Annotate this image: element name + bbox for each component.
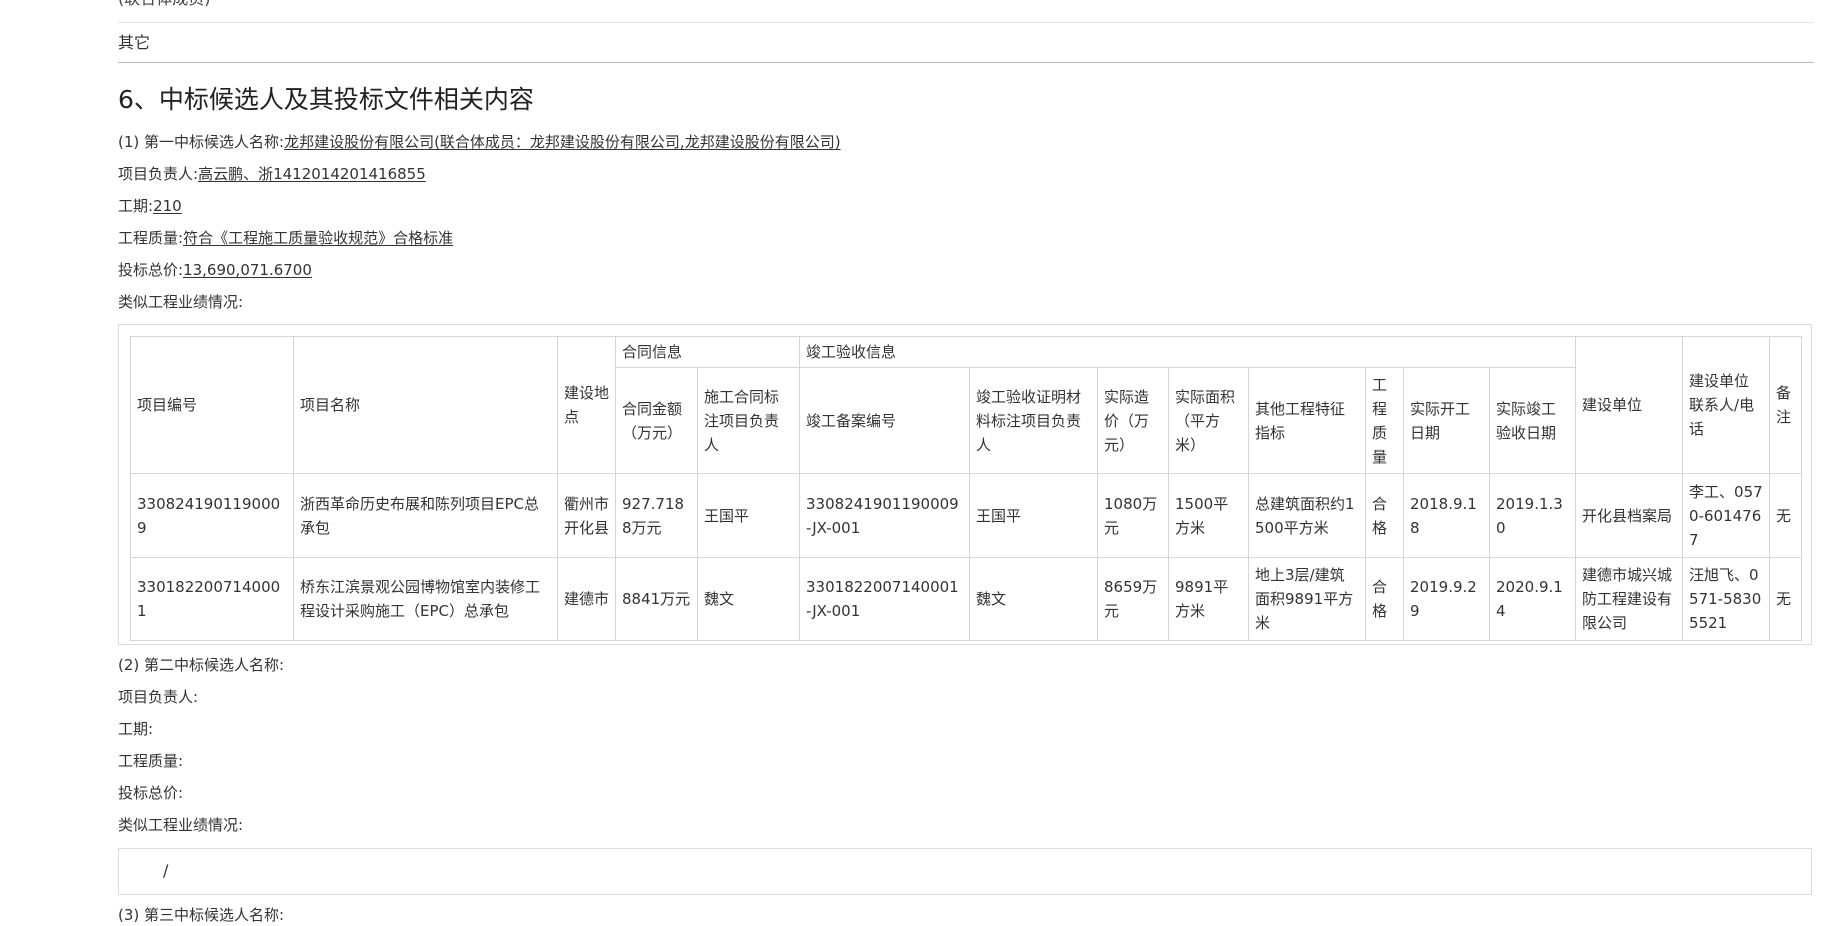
candidate2-perf-box: /	[118, 848, 1812, 895]
th-project-name: 项目名称	[293, 336, 558, 474]
candidate1-period-value: 210	[153, 197, 182, 215]
cell-proof-manager: 魏文	[969, 557, 1099, 641]
candidate1-perf-label: 类似工程业绩情况:	[118, 293, 244, 311]
candidate1-quality-value: 符合《工程施工质量验收规范》合格标准	[183, 229, 454, 247]
candidate3-name-label: (3) 第三中标候选人名称:	[118, 906, 285, 924]
cell-project-name: 浙西革命历史布展和陈列项目EPC总承包	[293, 473, 558, 558]
candidate1-period-line: 工期:210	[118, 195, 182, 217]
cell-actual-area: 1500平方米	[1168, 473, 1250, 558]
candidate2-price-label: 投标总价:	[118, 784, 184, 802]
th-actual-area: 实际面积（平方米）	[1168, 367, 1250, 474]
section-divider	[118, 62, 1814, 63]
candidate1-price-line: 投标总价:13,690,071.6700	[118, 259, 312, 281]
cell-actual-cost: 8659万元	[1097, 557, 1170, 641]
candidate2-perf-label: 类似工程业绩情况:	[118, 816, 244, 834]
candidate1-manager-label: 项目负责人:	[118, 165, 199, 183]
candidate1-period-label: 工期:	[118, 197, 154, 215]
cell-contract-manager: 王国平	[696, 473, 801, 558]
cell-contract-amount: 8841万元	[615, 557, 698, 641]
cell-start-date: 2019.9.29	[1403, 557, 1491, 641]
cell-project-no: 3301822007140001	[130, 557, 294, 641]
candidate2-name-label: (2) 第二中标候选人名称:	[118, 656, 285, 674]
cell-start-date: 2018.9.18	[1403, 473, 1491, 558]
cell-actual-cost: 1080万元	[1097, 473, 1170, 558]
cell-other-features: 地上3层/建筑面积9891平方米	[1248, 557, 1367, 641]
cell-accept-date: 2020.9.14	[1489, 557, 1577, 641]
candidate1-manager-line: 项目负责人:高云鹏、浙1412014201416855	[118, 163, 426, 185]
candidate1-price-label: 投标总价:	[118, 261, 184, 279]
cell-contact: 汪旭飞、0571-58305521	[1682, 557, 1771, 641]
cell-project-no: 3308241901190009	[130, 473, 294, 558]
candidate1-price-value: 13,690,071.6700	[183, 261, 312, 279]
table-row: 3301822007140001 桥东江滨景观公园博物馆室内装修工程设计采购施工…	[130, 557, 1803, 641]
cell-other-features: 总建筑面积约1500平方米	[1248, 473, 1367, 558]
th-contact: 建设单位联系人/电话	[1682, 336, 1771, 474]
cell-remark: 无	[1769, 473, 1803, 558]
th-completion-group: 竣工验收信息	[799, 336, 1577, 368]
th-actual-cost: 实际造价（万元）	[1097, 367, 1170, 474]
th-contract-group: 合同信息	[614, 336, 801, 368]
cell-record-no: 3308241901190009-JX-001	[799, 473, 971, 558]
th-location: 建设地点	[557, 336, 616, 474]
performance-table: 项目编号 项目名称 建设地点 合同信息 竣工验收信息 建设单位 建设单位联系人/…	[130, 336, 1803, 641]
cut-off-text: (联合体成员)	[118, 0, 211, 9]
candidate1-quality-line: 工程质量:符合《工程施工质量验收规范》合格标准	[118, 227, 453, 249]
cell-contact: 李工、0570-6014767	[1682, 473, 1771, 558]
th-accept-date: 实际竣工验收日期	[1489, 367, 1577, 474]
table-row: 3308241901190009 浙西革命历史布展和陈列项目EPC总承包 衢州市…	[130, 473, 1803, 558]
cell-record-no: 3301822007140001-JX-001	[799, 557, 971, 641]
cell-location: 建德市	[557, 557, 616, 641]
th-quality: 工程质量	[1365, 367, 1405, 474]
cell-actual-area: 9891平方米	[1168, 557, 1250, 641]
cell-accept-date: 2019.1.30	[1489, 473, 1577, 558]
th-proof-manager: 竣工验收证明材料标注项目负责人	[969, 367, 1099, 474]
cell-location: 衢州市开化县	[557, 473, 616, 558]
section-title: 6、中标候选人及其投标文件相关内容	[118, 85, 534, 114]
th-start-date: 实际开工日期	[1403, 367, 1491, 474]
th-other-features: 其他工程特征指标	[1248, 367, 1367, 474]
cell-contract-manager: 魏文	[696, 557, 801, 641]
candidate1-name-label: (1) 第一中标候选人名称:	[118, 133, 285, 151]
row-divider	[118, 22, 1814, 23]
cell-project-name: 桥东江滨景观公园博物馆室内装修工程设计采购施工（EPC）总承包	[293, 557, 558, 641]
candidate1-manager-value: 高云鹏、浙1412014201416855	[198, 165, 426, 183]
cell-remark: 无	[1769, 557, 1803, 641]
th-remark: 备注	[1769, 336, 1803, 474]
candidate2-manager-label: 项目负责人:	[118, 688, 199, 706]
table-header-row: 项目编号 项目名称 建设地点 合同信息 竣工验收信息 建设单位 建设单位联系人/…	[130, 336, 1803, 474]
cell-contract-amount: 927.7188万元	[615, 473, 698, 558]
candidate2-perf-value: /	[163, 861, 169, 880]
candidate1-name-value: 龙邦建设股份有限公司(联合体成员：龙邦建设股份有限公司,龙邦建设股份有限公司)	[284, 133, 841, 151]
cell-proof-manager: 王国平	[969, 473, 1099, 558]
other-row: 其它	[118, 33, 151, 52]
th-project-no: 项目编号	[130, 336, 294, 474]
cell-quality: 合格	[1365, 473, 1405, 558]
performance-table-box: 项目编号 项目名称 建设地点 合同信息 竣工验收信息 建设单位 建设单位联系人/…	[118, 324, 1812, 645]
th-contract-manager: 施工合同标注项目负责人	[696, 367, 801, 474]
th-contract-amount: 合同金额（万元）	[615, 367, 698, 474]
cell-builder: 开化县档案局	[1575, 473, 1684, 558]
candidate2-period-label: 工期:	[118, 720, 154, 738]
th-builder: 建设单位	[1575, 336, 1684, 474]
th-record-no: 竣工备案编号	[799, 367, 971, 474]
cell-builder: 建德市城兴城防工程建设有限公司	[1575, 557, 1684, 641]
cell-quality: 合格	[1365, 557, 1405, 641]
candidate1-quality-label: 工程质量:	[118, 229, 184, 247]
candidate2-quality-label: 工程质量:	[118, 752, 184, 770]
candidate1-name-line: (1) 第一中标候选人名称:龙邦建设股份有限公司(联合体成员：龙邦建设股份有限公…	[118, 131, 841, 153]
